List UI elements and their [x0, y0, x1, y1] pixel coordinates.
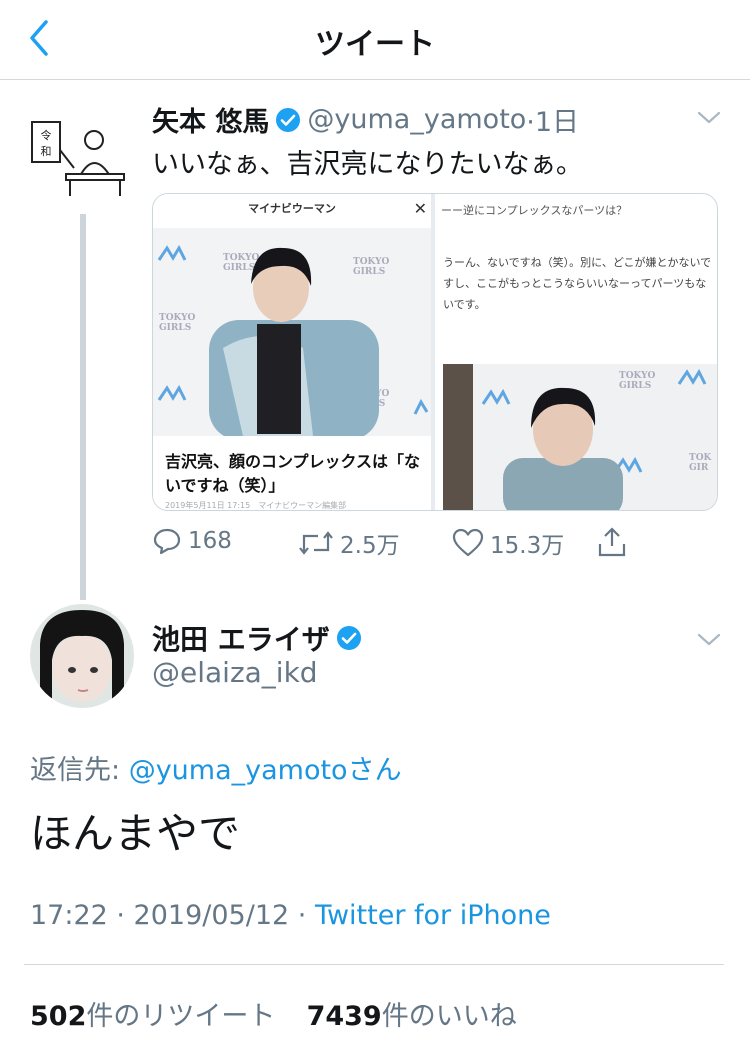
svg-text:TOKYO: TOKYO — [159, 313, 196, 323]
quoted-tweet-actions: 168 2.5万 15.3万 — [152, 526, 652, 566]
like-total: 7439 — [306, 1001, 382, 1032]
like-count: 15.3万 — [490, 533, 565, 559]
author-handle[interactable]: @elaiza_ikd — [152, 656, 318, 689]
page-title: ツイート — [315, 27, 435, 62]
media-image-right[interactable]: ーー逆にコンプレックスなパーツは？ うーん、ないですね（笑）。別に、どこが嫌とか… — [435, 194, 717, 510]
quoted-tweet-time: ·1日 — [526, 107, 580, 138]
retweets-stat[interactable]: 502件のリツイート — [30, 1001, 275, 1032]
share-icon — [598, 527, 626, 557]
tweet-stats: 502件のリツイート 7439件のいいね — [30, 994, 517, 1033]
retweet-action[interactable]: 2.5万 — [298, 526, 400, 560]
share-action[interactable] — [596, 526, 634, 558]
svg-text:GIRLS: GIRLS — [619, 381, 651, 391]
media-left-caption: 吉沢亮、顔のコンプレックスは「ないですね（笑）」 — [165, 452, 421, 495]
author-name[interactable]: 池田 エライザ — [152, 618, 330, 658]
reply-prefix: 返信先: — [30, 755, 129, 786]
quoted-tweet-header: 矢本 悠馬 @yuma_yamoto ·1日 — [152, 100, 579, 139]
verified-badge-icon — [276, 107, 301, 132]
chevron-down-icon[interactable] — [696, 632, 722, 648]
retweet-icon — [299, 531, 333, 555]
svg-text:TOKYO: TOKYO — [353, 257, 390, 267]
svg-text:GIRLS: GIRLS — [159, 323, 191, 333]
retweet-total: 502 — [30, 1001, 87, 1032]
author-name-row: 池田 エライザ — [152, 618, 368, 658]
chevron-down-icon[interactable] — [696, 110, 722, 126]
reply-action[interactable]: 168 — [152, 526, 232, 556]
quoted-avatar[interactable]: 令 和 — [30, 120, 134, 204]
thread-connector-line — [80, 214, 86, 600]
tweet-timestamp: 17:22 · 2019/05/12 · — [30, 900, 315, 931]
author-avatar[interactable] — [30, 604, 134, 708]
svg-text:TOKYO: TOKYO — [223, 253, 260, 263]
like-label: 件のいいね — [381, 1001, 517, 1032]
reply-count: 168 — [188, 528, 232, 554]
reply-icon — [153, 528, 181, 555]
verified-badge-icon — [336, 626, 361, 650]
portrait-photo-2: TOKYOGIRLS TOKGIR — [443, 364, 717, 510]
tweet-metadata: 17:22 · 2019/05/12 · Twitter for iPhone — [30, 900, 551, 931]
quoted-author-handle[interactable]: @yuma_yamoto — [307, 104, 526, 135]
media-right-text: うーん、ないですね（笑）。別に、どこが嫌とかないですし、ここがもっとこうならいい… — [443, 256, 712, 311]
reply-to-link[interactable]: @yuma_yamotoさん — [129, 755, 402, 786]
svg-text:GIRLS: GIRLS — [353, 267, 385, 277]
svg-text:GIR: GIR — [689, 463, 709, 473]
heart-icon — [452, 528, 484, 557]
media-left-meta: 2019年5月11日 17:15 マイナビウーマン編集部 — [165, 501, 347, 510]
media-left-header: マイナビウーマン — [248, 202, 336, 215]
close-icon: ✕ — [413, 199, 427, 218]
quoted-tweet-text: いいなぁ、吉沢亮になりたいなぁ。 — [152, 149, 583, 180]
portrait-photo: TOKYOGIRLS TOKYOGIRLS TOKYOGIRLS TOKYOGI… — [153, 228, 431, 436]
media-right-header: ーー逆にコンプレックスなパーツは？ — [441, 204, 628, 217]
media-image-left[interactable]: マイナビウーマン ✕ TOKYO GIRLS TOKYO GIRLS TOKYO GI… — [153, 194, 431, 510]
tweet-text: ほんまやで — [30, 809, 241, 858]
tweet-source-link[interactable]: Twitter for iPhone — [315, 900, 551, 931]
svg-text:令: 令 — [41, 128, 52, 142]
svg-text:GIRLS: GIRLS — [223, 263, 255, 273]
nav-bar: ツイート — [0, 0, 750, 80]
media-attachment[interactable]: マイナビウーマン ✕ TOKYO GIRLS TOKYO GIRLS TOKYO GI… — [152, 193, 718, 511]
retweet-count: 2.5万 — [340, 533, 400, 559]
quoted-author-name[interactable]: 矢本 悠馬 — [152, 100, 269, 139]
svg-text:TOKYO: TOKYO — [619, 371, 656, 381]
divider — [24, 964, 724, 965]
likes-stat[interactable]: 7439件のいいね — [307, 1001, 517, 1032]
svg-text:和: 和 — [41, 145, 52, 158]
like-action[interactable]: 15.3万 — [452, 526, 564, 560]
svg-text:TOK: TOK — [689, 453, 713, 463]
reply-context: 返信先: @yuma_yamotoさん — [30, 748, 402, 787]
retweet-label: 件のリツイート — [86, 1001, 276, 1032]
